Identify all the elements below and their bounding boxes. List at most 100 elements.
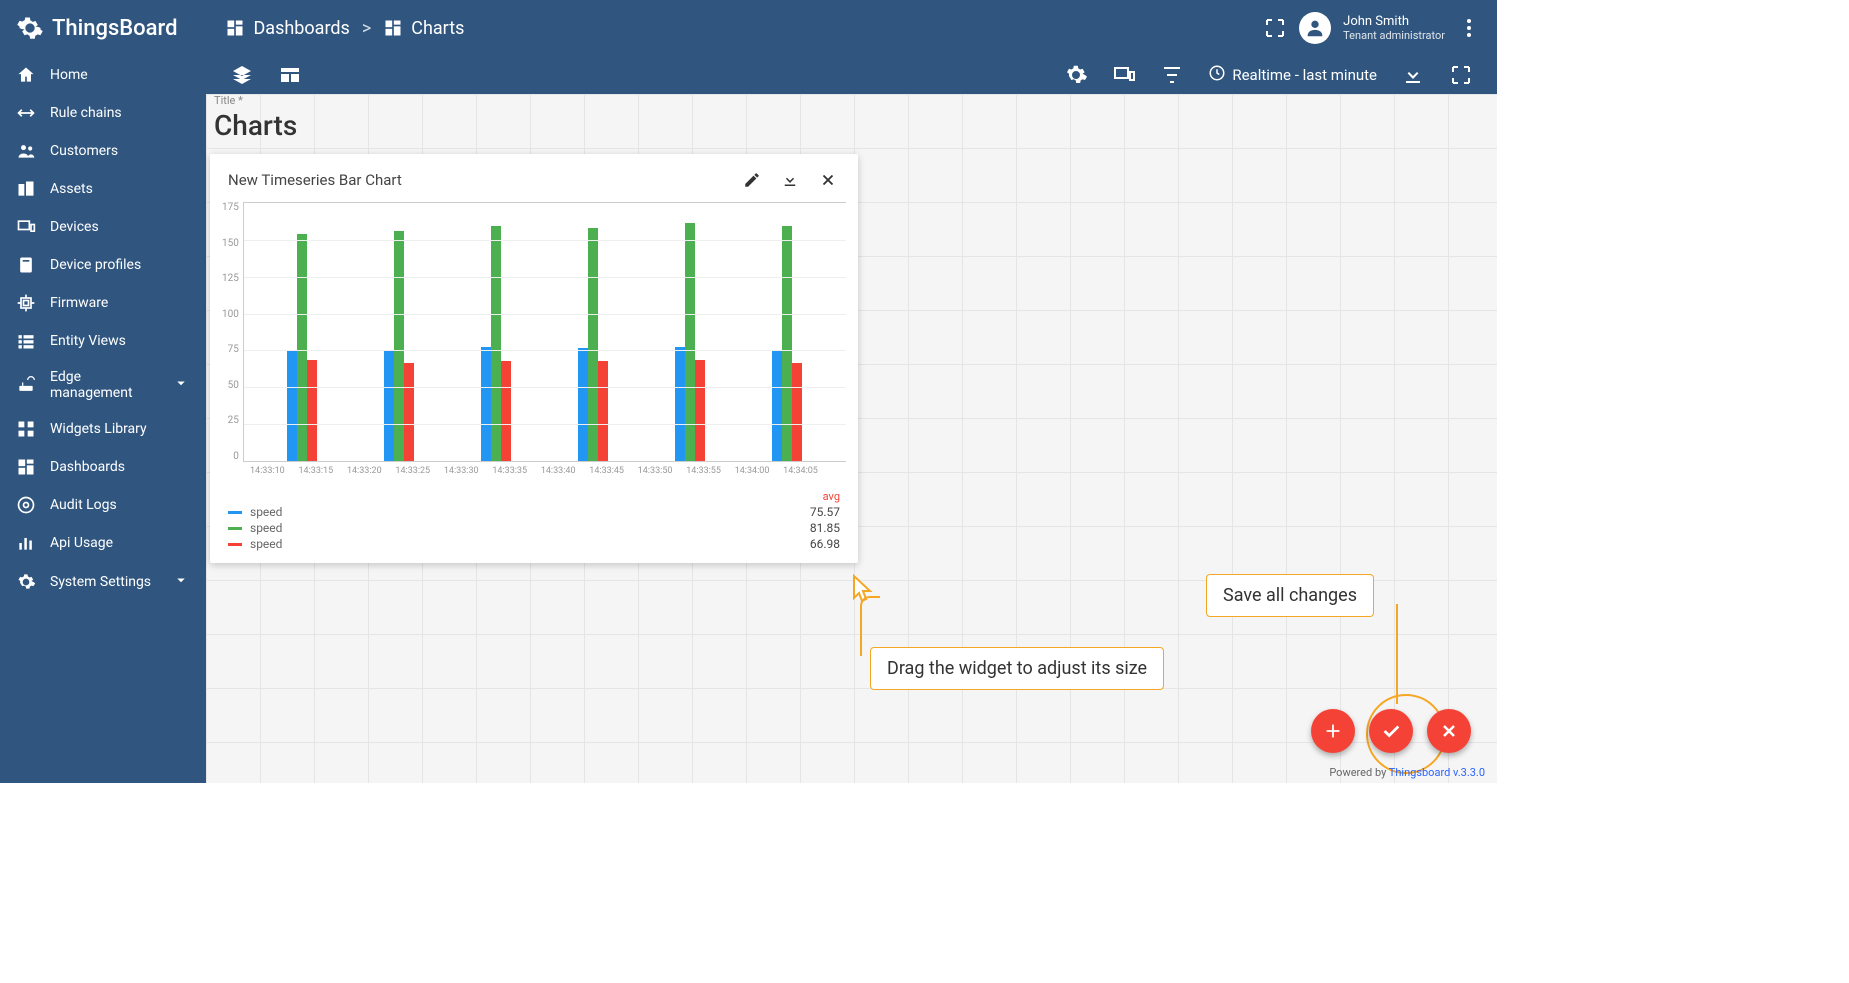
sidebar-item-firmware[interactable]: Firmware: [0, 284, 206, 322]
sidebar-item-rule-chains[interactable]: Rule chains: [0, 94, 206, 132]
breadcrumb-root[interactable]: Dashboards: [225, 18, 349, 39]
legend-value: 81.85: [810, 521, 840, 535]
chevron-down-icon: [172, 374, 190, 396]
legend-value: 75.57: [810, 505, 840, 519]
bar-green: [491, 226, 501, 461]
bar-red: [792, 363, 802, 461]
bar-blue: [481, 347, 491, 461]
legend-header: avg: [823, 490, 840, 503]
dashboard-title[interactable]: Charts: [214, 109, 297, 142]
gear-icon[interactable]: [1064, 63, 1088, 87]
brand-logo[interactable]: ThingsBoard: [16, 14, 177, 42]
bar-chart: 1751501251007550250 14:33:1014:33:1514:3…: [222, 202, 846, 551]
sidebar-item-dashboards[interactable]: Dashboards: [0, 448, 206, 486]
fab-add[interactable]: [1311, 709, 1355, 753]
bar-red: [695, 360, 705, 461]
swap-icon: [16, 103, 36, 123]
legend-row: speed 81.85: [228, 521, 840, 535]
more-vert-icon[interactable]: [1457, 16, 1481, 40]
memory-icon: [16, 293, 36, 313]
legend-swatch: [228, 543, 242, 546]
bar-group: [287, 234, 317, 461]
callout-drag: Drag the widget to adjust its size: [870, 647, 1164, 690]
sidebar-item-edge-management[interactable]: Edge management: [0, 360, 206, 410]
dashboard-toolbar: Realtime - last minute: [206, 56, 1497, 94]
breadcrumb-current: Charts: [383, 18, 464, 39]
sidebar-item-device-profiles[interactable]: Device profiles: [0, 246, 206, 284]
sidebar-item-widgets-library[interactable]: Widgets Library: [0, 410, 206, 448]
view-icon: [16, 331, 36, 351]
layout-icon[interactable]: [278, 63, 302, 87]
chevron-down-icon: [172, 571, 190, 593]
dashboard-icon: [16, 457, 36, 477]
time-window[interactable]: Realtime - last minute: [1208, 64, 1377, 86]
user-role: Tenant administrator: [1343, 29, 1445, 42]
fab-save[interactable]: [1369, 709, 1413, 753]
bar-chart-widget[interactable]: New Timeseries Bar Chart 175150125100755…: [210, 154, 858, 563]
legend-row: speed 75.57: [228, 505, 840, 519]
callout-connector: [1396, 604, 1398, 704]
bar-group: [384, 231, 414, 461]
bar-red: [501, 361, 511, 461]
bar-blue: [384, 351, 394, 461]
bar-group: [481, 226, 511, 461]
sidebar-item-audit-logs[interactable]: Audit Logs: [0, 486, 206, 524]
sidebar-item-home[interactable]: Home: [0, 56, 206, 94]
footer: Powered by Thingsboard v.3.3.0: [1329, 766, 1485, 779]
dashboard-canvas[interactable]: Title * Charts New Timeseries Bar Chart: [206, 94, 1497, 783]
layers-icon[interactable]: [230, 63, 254, 87]
user-info[interactable]: John Smith Tenant administrator: [1343, 14, 1445, 42]
profile-icon: [16, 255, 36, 275]
home-icon: [16, 65, 36, 85]
sidebar-item-customers[interactable]: Customers: [0, 132, 206, 170]
breadcrumb-separator: >: [362, 18, 371, 39]
bar-blue: [287, 350, 297, 461]
download-icon[interactable]: [778, 168, 802, 192]
bar-group: [578, 228, 608, 461]
bar-green: [685, 223, 695, 461]
bar-group: [675, 223, 705, 461]
devices-icon: [16, 217, 36, 237]
entity-alias-icon[interactable]: [1112, 63, 1136, 87]
fab-cancel[interactable]: [1427, 709, 1471, 753]
user-name: John Smith: [1343, 14, 1445, 29]
footer-link[interactable]: Thingsboard v.3.3.0: [1389, 766, 1485, 779]
bar-green: [588, 228, 598, 461]
chart-icon: [16, 533, 36, 553]
sidebar: Home Rule chains Customers Assets Device…: [0, 56, 206, 783]
settings-icon: [16, 572, 36, 592]
sidebar-item-devices[interactable]: Devices: [0, 208, 206, 246]
bar-blue: [772, 350, 782, 461]
edit-icon[interactable]: [740, 168, 764, 192]
fullscreen-icon[interactable]: [1263, 16, 1287, 40]
sidebar-item-assets[interactable]: Assets: [0, 170, 206, 208]
sidebar-item-api-usage[interactable]: Api Usage: [0, 524, 206, 562]
legend-name: speed: [250, 505, 282, 519]
callout-save: Save all changes: [1206, 574, 1374, 617]
bar-red: [598, 361, 608, 461]
dashboard-icon: [225, 18, 245, 38]
fullscreen-icon[interactable]: [1449, 63, 1473, 87]
clock-icon: [1208, 64, 1226, 86]
legend-swatch: [228, 511, 242, 514]
widgets-icon: [16, 419, 36, 439]
title-label: Title *: [214, 94, 297, 107]
legend-value: 66.98: [810, 537, 840, 551]
bar-green: [782, 226, 792, 461]
sidebar-item-system-settings[interactable]: System Settings: [0, 562, 206, 602]
bar-blue: [578, 348, 588, 461]
legend-name: speed: [250, 521, 282, 535]
legend-swatch: [228, 527, 242, 530]
close-icon[interactable]: [816, 168, 840, 192]
bar-green: [394, 231, 404, 461]
bar-blue: [675, 347, 685, 461]
filter-icon[interactable]: [1160, 63, 1184, 87]
router-icon: [16, 375, 36, 395]
bar-red: [404, 363, 414, 461]
sidebar-item-entity-views[interactable]: Entity Views: [0, 322, 206, 360]
bar-green: [297, 234, 307, 461]
user-avatar[interactable]: [1299, 12, 1331, 44]
breadcrumb: Dashboards > Charts: [225, 18, 464, 39]
download-icon[interactable]: [1401, 63, 1425, 87]
track-icon: [16, 495, 36, 515]
